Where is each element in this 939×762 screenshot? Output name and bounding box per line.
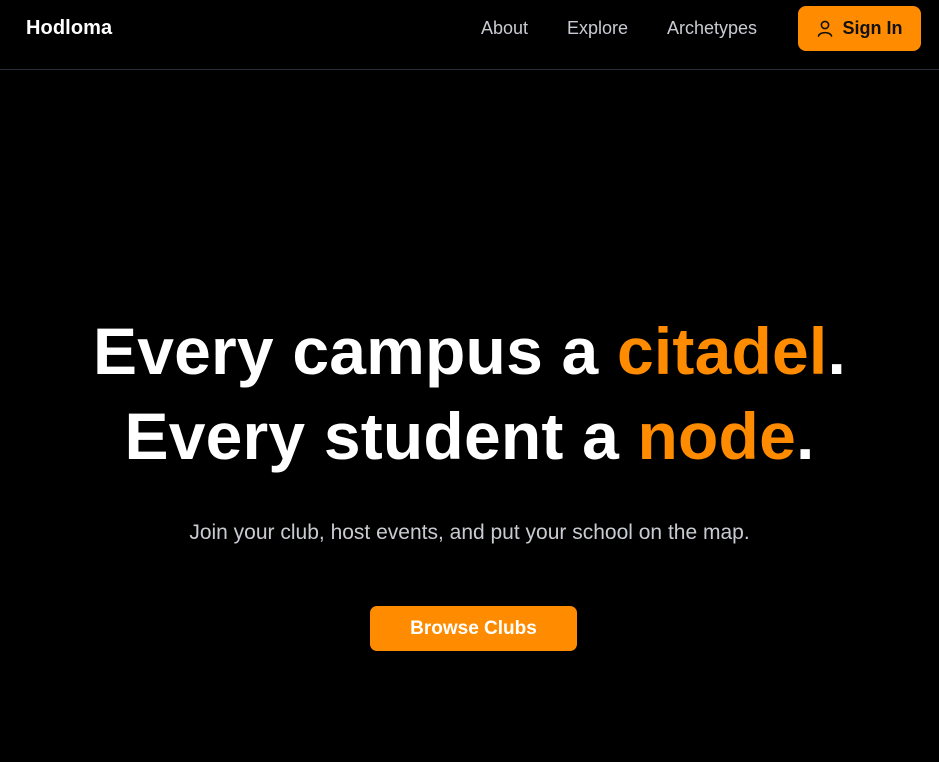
headline-line-2-prefix: Every student a bbox=[124, 399, 638, 473]
headline-highlight-node: node bbox=[637, 399, 796, 473]
hero-section: Every campus a citadel. Every student a … bbox=[0, 71, 939, 762]
headline-line-2: Every student a node. bbox=[0, 398, 939, 474]
top-navbar: Hodloma About Explore Archetypes Sign In bbox=[0, 0, 939, 70]
nav-link-explore[interactable]: Explore bbox=[567, 18, 628, 39]
headline-line-1-suffix: . bbox=[827, 314, 847, 388]
headline-line-1-prefix: Every campus a bbox=[92, 314, 617, 388]
browse-clubs-button[interactable]: Browse Clubs bbox=[370, 606, 577, 651]
nav-link-about[interactable]: About bbox=[481, 18, 528, 39]
headline-line-1: Every campus a citadel. bbox=[0, 313, 939, 389]
sign-in-label: Sign In bbox=[842, 18, 903, 38]
brand-logo[interactable]: Hodloma bbox=[26, 17, 112, 40]
hero-subtitle: Join your club, host events, and put you… bbox=[189, 521, 750, 544]
nav-link-archetypes[interactable]: Archetypes bbox=[667, 18, 757, 39]
headline-line-2-suffix: . bbox=[795, 399, 815, 473]
headline-highlight-citadel: citadel bbox=[616, 314, 828, 388]
sign-in-button[interactable]: Sign In bbox=[798, 6, 921, 51]
user-icon bbox=[817, 20, 833, 37]
